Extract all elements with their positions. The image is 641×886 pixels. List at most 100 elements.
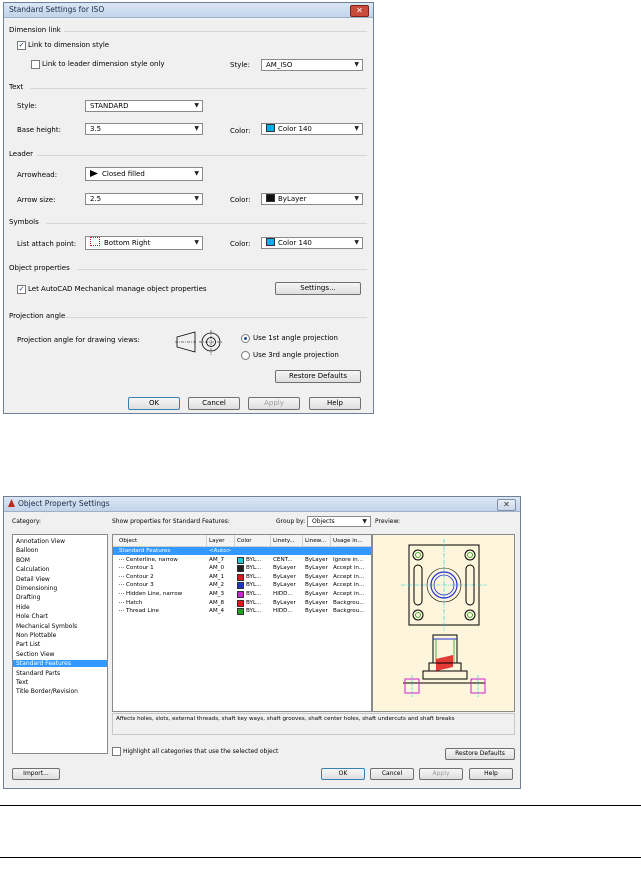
- column-divider[interactable]: [234, 535, 235, 546]
- settings-button[interactable]: Settings...: [275, 282, 361, 295]
- category-list[interactable]: Annotation View Balloon BOM Calculation Deta…: [12, 534, 108, 754]
- link-leader-style-checkbox[interactable]: [31, 60, 40, 69]
- column-header[interactable]: Object: [119, 538, 137, 544]
- base-height-input[interactable]: 3.5 ▼: [85, 123, 203, 135]
- category-item[interactable]: Balloon: [16, 547, 38, 554]
- table-row[interactable]: Contour 1 AM_0 BYL... ByLayer ByLayer Accept …: [113, 564, 371, 573]
- arrowhead-dropdown[interactable]: Closed filled ▼: [85, 167, 203, 181]
- chevron-down-icon: ▼: [354, 239, 359, 246]
- color-swatch: [266, 124, 275, 132]
- table-cell-lineweight: ByLayer: [305, 565, 328, 572]
- table-row[interactable]: Hidden Line, narrow AM_3 BYL... HIDD... ByLa…: [113, 590, 371, 598]
- category-item[interactable]: BOM: [16, 557, 30, 564]
- table-cell-linetype: CENT...: [273, 556, 293, 563]
- column-header[interactable]: Usage in...: [333, 538, 363, 544]
- table-cell-usage: Ignore in...: [333, 556, 363, 563]
- table-row[interactable]: Thread Line AM_4 BYL... HIDD... ByLayer Backg…: [113, 607, 371, 616]
- tree-connector: [119, 610, 124, 612]
- category-item[interactable]: Title Border/Revision: [16, 688, 78, 695]
- text-color-dropdown[interactable]: Color 140 ▼: [261, 123, 363, 135]
- table-row[interactable]: Contour 3 AM_2 BYL... ByLayer ByLayer Accept …: [113, 581, 371, 590]
- category-item[interactable]: Section View: [16, 651, 54, 658]
- table-cell-lineweight: ByLayer: [305, 599, 328, 606]
- category-item[interactable]: Drafting: [16, 594, 40, 601]
- leader-color-value: ByLayer: [278, 195, 307, 203]
- text-style-dropdown[interactable]: STANDARD ▼: [85, 100, 203, 112]
- tree-connector: [119, 567, 124, 569]
- chevron-down-icon: ▼: [194, 125, 199, 132]
- category-item[interactable]: Hole Chart: [16, 613, 48, 620]
- column-divider[interactable]: [270, 535, 271, 546]
- first-angle-radio[interactable]: [241, 334, 250, 343]
- third-angle-radio[interactable]: [241, 351, 250, 360]
- category-item[interactable]: Text: [16, 679, 28, 686]
- ok-button[interactable]: OK: [128, 397, 180, 410]
- text-style-value: STANDARD: [90, 102, 129, 110]
- column-divider[interactable]: [302, 535, 303, 546]
- category-item[interactable]: Calculation: [16, 566, 49, 573]
- group-by-dropdown[interactable]: Objects ▼: [307, 516, 371, 527]
- symbols-heading: Symbols: [9, 218, 39, 226]
- category-item[interactable]: Non Plottable: [16, 632, 56, 639]
- manage-object-properties-checkbox[interactable]: ✓: [17, 285, 26, 294]
- page-rule-bottom: [0, 857, 641, 858]
- link-dimension-style-checkbox[interactable]: ✓: [17, 41, 26, 50]
- ok-button[interactable]: OK: [321, 768, 365, 780]
- arrow-size-input[interactable]: 2.5 ▼: [85, 193, 203, 205]
- column-divider[interactable]: [206, 535, 207, 546]
- column-header[interactable]: Linety...: [273, 538, 295, 544]
- base-height-value: 3.5: [90, 125, 102, 133]
- table-row[interactable]: Contour 2 AM_1 BYL... ByLayer ByLayer Accept …: [113, 573, 371, 581]
- category-item[interactable]: Hide: [16, 604, 30, 611]
- apply-button[interactable]: Apply: [419, 768, 463, 780]
- table-cell-linetype: ByLayer: [273, 565, 296, 572]
- title-bar[interactable]: Standard Settings for ISO ✕: [4, 3, 373, 18]
- base-height-label: Base height:: [17, 126, 61, 134]
- leader-color-dropdown[interactable]: ByLayer ▼: [261, 193, 363, 205]
- column-header[interactable]: Linew...: [305, 538, 326, 544]
- column-header[interactable]: Color: [237, 538, 252, 544]
- table-cell-lineweight: ByLayer: [305, 582, 328, 589]
- color-swatch: [237, 591, 244, 598]
- object-properties-table[interactable]: Object Layer Color Linety... Linew... Usage i…: [112, 534, 372, 712]
- category-item[interactable]: Part List: [16, 641, 40, 648]
- table-row[interactable]: Hatch AM_8 BYL... ByLayer ByLayer Backgrou...: [113, 599, 371, 607]
- column-header[interactable]: Layer: [209, 538, 225, 544]
- category-item[interactable]: Annotation View: [16, 538, 65, 545]
- attach-point-dropdown[interactable]: Bottom Right ▼: [85, 236, 203, 250]
- leader-color-label: Color:: [230, 196, 251, 204]
- category-item[interactable]: Detail View: [16, 576, 50, 583]
- table-cell-lineweight: ByLayer: [305, 556, 328, 563]
- close-button[interactable]: ✕: [350, 5, 369, 17]
- title-bar[interactable]: Object Property Settings ✕: [4, 497, 520, 512]
- restore-defaults-button[interactable]: Restore Defaults: [275, 370, 361, 383]
- tree-connector: [119, 593, 124, 595]
- column-divider[interactable]: [330, 535, 331, 546]
- table-row[interactable]: Centerline, narrow AM_7 BYL... CENT... ByLay…: [113, 556, 371, 564]
- group-by-label: Group by:: [276, 518, 306, 525]
- category-item[interactable]: Standard Parts: [16, 670, 60, 677]
- dimension-style-dropdown[interactable]: AM_ISO ▼: [261, 59, 363, 71]
- table-cell-object: Hidden Line, narrow: [126, 591, 183, 597]
- dimension-style-value: AM_ISO: [266, 61, 293, 69]
- section-divider: [77, 269, 367, 270]
- table-cell-color: BYL...: [246, 556, 262, 563]
- link-leader-style-label: Link to leader dimension style only: [42, 60, 165, 68]
- import-button[interactable]: Import...: [12, 768, 60, 780]
- category-item[interactable]: Mechanical Symbols: [16, 623, 77, 630]
- help-button[interactable]: Help: [469, 768, 513, 780]
- category-item[interactable]: Standard Features: [13, 660, 107, 668]
- close-button[interactable]: ✕: [497, 499, 516, 511]
- category-item[interactable]: Dimensioning: [16, 585, 57, 592]
- table-group-row[interactable]: Standard Features <Auto>: [113, 547, 371, 555]
- page-rule-top: [0, 805, 641, 806]
- table-cell-usage: Accept in...: [333, 591, 365, 597]
- restore-defaults-button[interactable]: Restore Defaults: [445, 748, 515, 760]
- symbols-color-dropdown[interactable]: Color 140 ▼: [261, 237, 363, 249]
- highlight-categories-checkbox[interactable]: [112, 747, 121, 756]
- apply-button[interactable]: Apply: [248, 397, 300, 410]
- cancel-button[interactable]: Cancel: [188, 397, 240, 410]
- cancel-button[interactable]: Cancel: [370, 768, 414, 780]
- color-swatch: [237, 608, 244, 616]
- help-button[interactable]: Help: [309, 397, 361, 410]
